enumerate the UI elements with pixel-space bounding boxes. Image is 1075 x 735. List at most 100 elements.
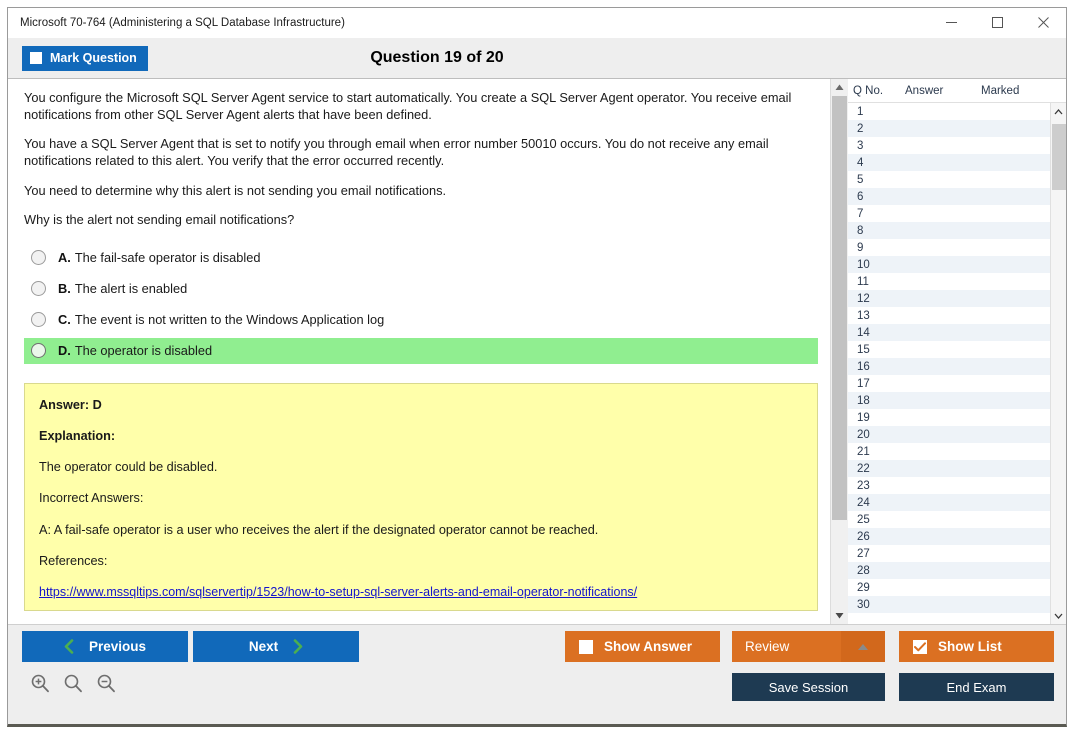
row-question-number: 5: [857, 173, 864, 186]
save-session-button[interactable]: Save Session: [732, 673, 885, 701]
scroll-up-icon[interactable]: [830, 79, 848, 96]
radio-icon[interactable]: [31, 312, 46, 328]
list-scrollbar-track[interactable]: [1051, 120, 1067, 607]
question-list-row[interactable]: 3: [848, 137, 1050, 154]
answer-label: Answer: D: [39, 397, 102, 412]
row-question-number: 3: [857, 139, 864, 152]
chevron-left-icon: [64, 639, 75, 654]
radio-icon[interactable]: [31, 250, 46, 266]
reference-link[interactable]: https://www.mssqltips.com/sqlservertip/1…: [39, 585, 803, 599]
close-icon[interactable]: [1020, 8, 1066, 37]
next-label: Next: [248, 639, 279, 654]
column-header-marked: Marked: [981, 84, 1020, 97]
chevron-up-icon[interactable]: [841, 631, 885, 662]
column-header-answer: Answer: [905, 84, 944, 97]
answer-option-a[interactable]: A. The fail-safe operator is disabled: [24, 245, 818, 271]
question-list-row[interactable]: 19: [848, 409, 1050, 426]
row-question-number: 29: [857, 581, 870, 594]
question-list-row[interactable]: 9: [848, 239, 1050, 256]
content-scrollbar-thumb[interactable]: [831, 96, 847, 520]
exam-header-bar: Mark Question Question 19 of 20: [8, 38, 1066, 78]
answer-option-d[interactable]: D. The operator is disabled: [24, 337, 818, 364]
question-list-rows[interactable]: 1 2 3 4 5 6 7 8 9 10 11 12 13 14 15 16 17 18 19 20 21 22 23 24 2…: [848, 103, 1050, 624]
list-scrollbar-thumb[interactable]: [1051, 124, 1066, 190]
answer-option-c[interactable]: C. The event is not written to the Windo…: [24, 307, 818, 333]
question-list-row[interactable]: 5: [848, 171, 1050, 188]
question-list-row[interactable]: 28: [848, 562, 1050, 579]
question-paragraph: You have a SQL Server Agent that is set …: [24, 136, 769, 168]
question-list-row[interactable]: 27: [848, 545, 1050, 562]
row-question-number: 7: [857, 207, 864, 220]
scroll-down-icon[interactable]: [830, 607, 848, 624]
row-question-number: 6: [857, 190, 864, 203]
radio-icon[interactable]: [31, 281, 46, 297]
question-list-row[interactable]: 4: [848, 154, 1050, 171]
end-exam-button[interactable]: End Exam: [899, 673, 1054, 701]
question-list-row[interactable]: 25: [848, 511, 1050, 528]
window-title: Microsoft 70-764 (Administering a SQL Da…: [20, 16, 345, 29]
question-list-row[interactable]: 2: [848, 120, 1050, 137]
content-scrollbar[interactable]: [830, 79, 848, 624]
next-button[interactable]: Next: [193, 631, 359, 662]
zoom-out-icon[interactable]: [96, 673, 116, 693]
question-list-row[interactable]: 24: [848, 494, 1050, 511]
zoom-in-icon[interactable]: [30, 673, 50, 693]
show-answer-checkbox-icon: [579, 639, 593, 654]
previous-button[interactable]: Previous: [22, 631, 188, 662]
radio-icon[interactable]: [31, 343, 46, 359]
row-question-number: 21: [857, 445, 870, 458]
show-answer-button[interactable]: Show Answer: [565, 631, 720, 662]
option-text: The fail-safe operator is disabled: [74, 250, 261, 266]
mark-question-checkbox-icon: [30, 52, 42, 64]
question-list-row[interactable]: 29: [848, 579, 1050, 596]
question-list-row[interactable]: 18: [848, 392, 1050, 409]
question-list-body: 1 2 3 4 5 6 7 8 9 10 11 12 13 14 15 16 17 18 19 20 21 22 23 24 2…: [848, 102, 1066, 624]
show-list-button[interactable]: Show List: [899, 631, 1054, 662]
question-list-row[interactable]: 11: [848, 273, 1050, 290]
row-question-number: 13: [857, 309, 870, 322]
question-list-row[interactable]: 13: [848, 307, 1050, 324]
show-list-label: Show List: [938, 639, 1002, 654]
question-list-row[interactable]: 15: [848, 341, 1050, 358]
row-question-number: 16: [857, 360, 870, 373]
option-letter: C.: [58, 312, 71, 328]
question-list-row[interactable]: 6: [848, 188, 1050, 205]
row-question-number: 25: [857, 513, 870, 526]
question-list-row[interactable]: 16: [848, 358, 1050, 375]
question-list-row[interactable]: 7: [848, 205, 1050, 222]
question-list-row[interactable]: 8: [848, 222, 1050, 239]
question-list-row[interactable]: 1: [848, 103, 1050, 120]
question-list-row[interactable]: 14: [848, 324, 1050, 341]
question-list-row[interactable]: 20: [848, 426, 1050, 443]
row-question-number: 2: [857, 122, 864, 135]
question-counter: Question 19 of 20: [370, 49, 504, 66]
question-list-row[interactable]: 10: [848, 256, 1050, 273]
answer-option-b[interactable]: B. The alert is enabled: [24, 276, 818, 302]
question-list-row[interactable]: 22: [848, 460, 1050, 477]
question-list-row[interactable]: 23: [848, 477, 1050, 494]
row-question-number: 17: [857, 377, 870, 390]
incorrect-answers-text: A: A fail-safe operator is a user who re…: [39, 522, 599, 537]
zoom-reset-icon[interactable]: [63, 673, 83, 693]
question-list-row[interactable]: 26: [848, 528, 1050, 545]
question-list-row[interactable]: 17: [848, 375, 1050, 392]
row-question-number: 30: [857, 598, 870, 611]
question-list-row[interactable]: 21: [848, 443, 1050, 460]
list-scroll-down-icon[interactable]: [1051, 607, 1067, 624]
row-question-number: 19: [857, 411, 870, 424]
question-list-scrollbar[interactable]: [1050, 103, 1066, 624]
list-scroll-up-icon[interactable]: [1051, 103, 1067, 120]
references-label: References:: [39, 553, 108, 568]
question-list-row[interactable]: 30: [848, 596, 1050, 613]
review-label: Review: [745, 639, 790, 654]
chevron-right-icon: [292, 639, 303, 654]
review-dropdown[interactable]: Review: [732, 631, 885, 662]
mark-question-button[interactable]: Mark Question: [22, 45, 148, 71]
row-question-number: 20: [857, 428, 870, 441]
row-question-number: 11: [857, 275, 869, 288]
content-scrollbar-track[interactable]: [830, 96, 848, 607]
minimize-icon[interactable]: [928, 8, 974, 37]
question-list-row[interactable]: 12: [848, 290, 1050, 307]
maximize-icon[interactable]: [974, 8, 1020, 37]
zoom-controls: [30, 673, 116, 693]
